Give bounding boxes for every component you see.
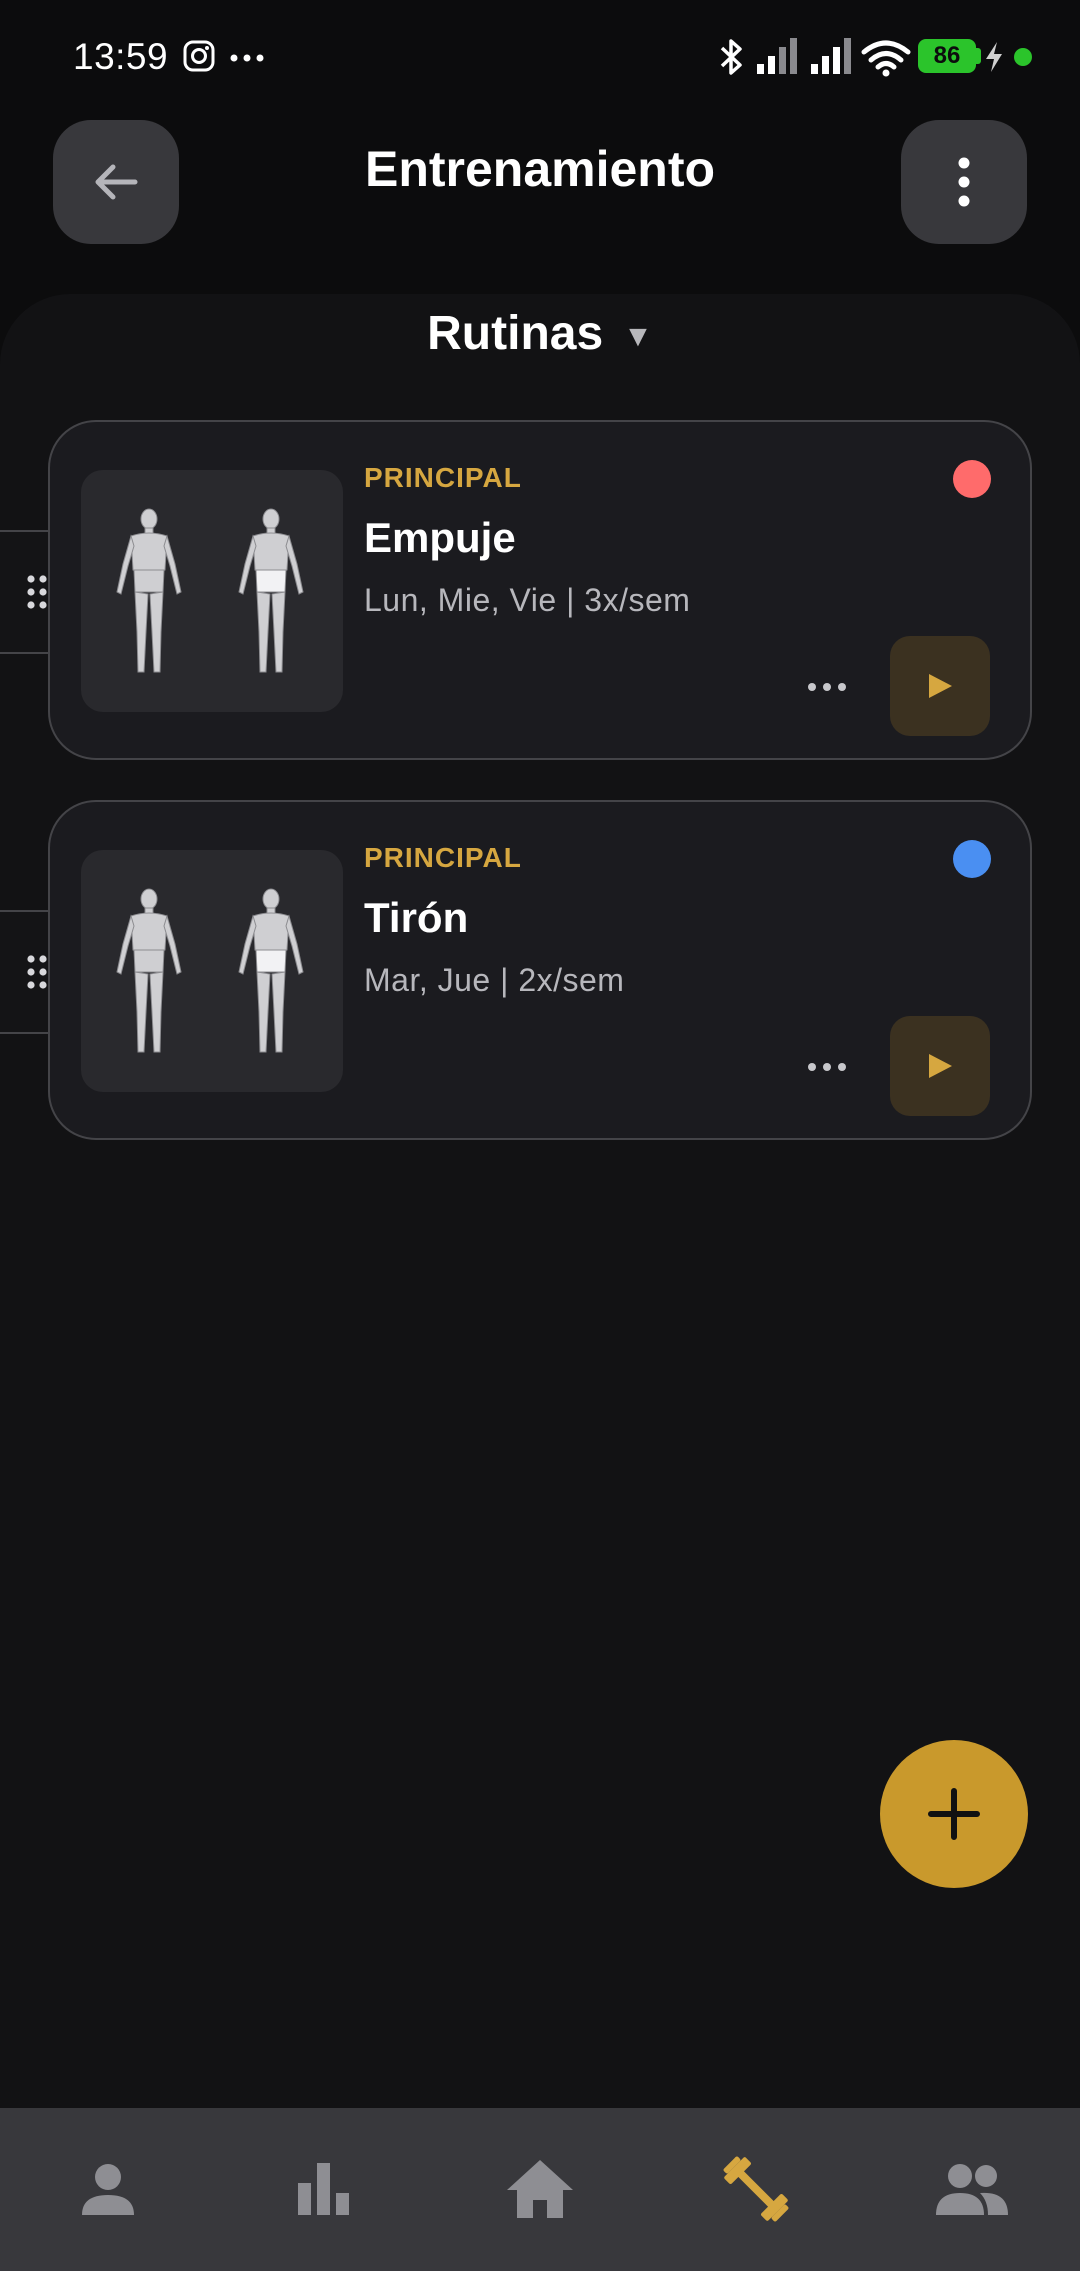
start-routine-button[interactable] — [890, 1016, 990, 1116]
bluetooth-icon — [720, 39, 742, 75]
wifi-icon — [861, 40, 911, 77]
more-horizontal-icon[interactable] — [807, 1062, 847, 1072]
more-options-button[interactable] — [901, 120, 1027, 244]
charging-icon — [986, 42, 1002, 72]
dumbbell-icon — [723, 2156, 789, 2222]
more-notifications-icon — [230, 54, 264, 62]
routine-schedule: Mar, Jue | 2x/sem — [364, 962, 625, 998]
play-icon — [929, 1054, 952, 1078]
routine-tag: PRINCIPAL — [364, 462, 522, 493]
nav-item-stats[interactable] — [284, 2154, 364, 2224]
drag-grip-icon — [27, 955, 47, 989]
nav-item-home[interactable] — [500, 2154, 580, 2224]
routine-name: Empuje — [364, 514, 516, 561]
battery-icon: 86 — [918, 39, 976, 73]
routine-name: Tirón — [364, 894, 469, 941]
plus-icon — [928, 1788, 980, 1840]
routine-type-selector[interactable]: Rutinas ▼ — [0, 306, 1080, 361]
bar-chart-icon — [298, 2163, 349, 2215]
instagram-icon — [183, 40, 215, 72]
body-back-icon — [238, 888, 304, 1053]
drag-grip-icon — [27, 575, 47, 609]
routine-card[interactable]: PRINCIPAL Tirón Mar, Jue | 2x/sem — [48, 800, 1032, 1140]
selector-label: Rutinas — [427, 307, 604, 360]
status-time: 13:59 — [73, 36, 169, 77]
nav-item-social[interactable] — [932, 2154, 1012, 2224]
routine-tag: PRINCIPAL — [364, 842, 522, 873]
signal-icon — [757, 38, 797, 74]
nav-item-training[interactable] — [716, 2154, 796, 2224]
body-front-icon — [116, 508, 182, 673]
group-icon — [936, 2164, 1008, 2215]
status-bar: 13:59 86 — [0, 0, 1080, 116]
body-front-icon — [116, 888, 182, 1053]
routine-color-dot — [953, 460, 991, 498]
add-routine-button[interactable] — [880, 1740, 1028, 1888]
app-root: 13:59 86 Entrenamiento Rutinas ▼ PRINCIP… — [0, 0, 1080, 2271]
routine-card[interactable]: PRINCIPAL Empuje Lun, Mie, Vie | 3x/sem — [48, 420, 1032, 760]
start-routine-button[interactable] — [890, 636, 990, 736]
body-back-icon — [238, 508, 304, 673]
nav-item-profile[interactable] — [68, 2154, 148, 2224]
routine-schedule: Lun, Mie, Vie | 3x/sem — [364, 582, 691, 618]
chevron-down-icon: ▼ — [623, 319, 653, 353]
play-icon — [929, 674, 952, 698]
muscle-map-thumbnail — [81, 850, 343, 1092]
person-icon — [82, 2164, 134, 2215]
signal-icon — [811, 38, 851, 74]
more-vertical-icon — [958, 157, 970, 207]
battery-cap — [976, 48, 981, 64]
status-dot — [1014, 48, 1032, 66]
home-icon — [507, 2160, 573, 2218]
more-horizontal-icon[interactable] — [807, 682, 847, 692]
routine-color-dot — [953, 840, 991, 878]
muscle-map-thumbnail — [81, 470, 343, 712]
